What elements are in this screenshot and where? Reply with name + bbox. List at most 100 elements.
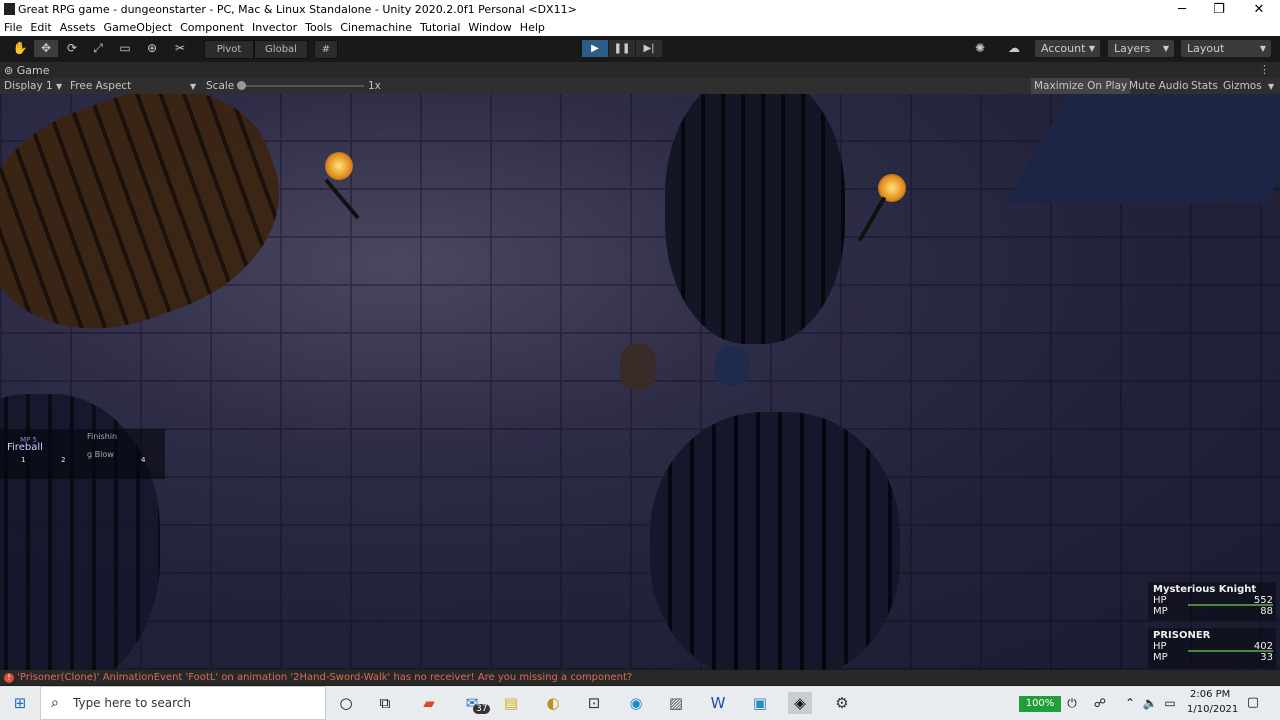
barrel-top-center [665,94,845,344]
menu-assets[interactable]: Assets [56,19,100,34]
menu-edit[interactable]: Edit [26,19,55,34]
layout-dropdown[interactable]: Layout ▼ [1181,40,1271,57]
global-toggle[interactable]: Global [254,40,308,59]
display-dropdown[interactable]: Display 1 [4,80,53,92]
prisoner-name: PRISONER [1153,630,1211,641]
unity-taskbar-icon[interactable]: ◈ [788,692,812,714]
chevron-down-icon: ▼ [1268,82,1275,91]
knight-name: Mysterious Knight [1153,584,1257,595]
game-viewport[interactable]: MP 5 Fireball 1 2 Finishin g Blow 4 Myst… [0,94,1280,670]
skill-3-label-1[interactable]: Finishin [87,432,117,441]
menu-component[interactable]: Component [176,19,248,34]
console-status-bar[interactable]: ! 'Prisoner(Clone)' AnimationEvent 'Foot… [0,670,1280,685]
blender-icon[interactable]: ◐ [541,692,565,714]
layers-label: Layers [1114,42,1151,55]
file-explorer-icon[interactable]: ▤ [499,692,523,714]
account-dropdown[interactable]: Account ▼ [1035,40,1100,57]
custom-tool-icon[interactable]: ✂ [168,40,192,57]
account-label: Account [1041,42,1086,55]
battery-icon[interactable]: ▭ [1158,692,1182,714]
gizmos-dropdown[interactable]: Gizmos [1223,80,1262,92]
maximize-on-play-toggle[interactable]: Maximize On Play [1031,78,1131,94]
more-options-icon[interactable]: ⋮ [1259,63,1270,76]
player-character [620,344,656,390]
play-button[interactable]: ▶ [582,40,608,57]
cortana-icon[interactable]: ○ [334,692,358,714]
collab-icon[interactable]: ✺ [968,40,992,57]
windows-start-icon[interactable]: ⊞ [8,692,32,714]
prisoner-hp-label: HP [1153,641,1167,652]
power-plug-icon[interactable]: ⏻ [1060,692,1084,714]
menu-window[interactable]: Window [464,19,515,34]
scale-value: 1x [368,80,381,92]
game-tab-bar: ⊚ Game ⋮ [0,62,1280,78]
search-placeholder: Type here to search [73,696,191,710]
console-error-message: 'Prisoner(Clone)' AnimationEvent 'FootL'… [17,672,633,683]
close-button[interactable]: ✕ [1241,0,1277,19]
pivot-toggle[interactable]: Pivot [204,40,254,59]
store-icon[interactable]: ⊡ [582,692,606,714]
tab-game[interactable]: ⊚ Game [4,64,49,77]
transform-tool-icon[interactable]: ⊕ [140,40,164,57]
skill-1-fireball[interactable]: Fireball [7,442,43,453]
hand-tool-icon[interactable]: ✋ [8,40,32,57]
settings-gear-icon[interactable]: ⚙ [830,692,854,714]
knight-mp-value: 88 [1260,606,1273,617]
task-view-icon[interactable]: ⧉ [373,692,397,714]
pause-button[interactable]: ❚❚ [609,40,635,57]
remote-desktop-icon[interactable]: ▣ [748,692,772,714]
aspect-dropdown[interactable]: Free Aspect [70,80,131,92]
rotate-tool-icon[interactable]: ⟳ [60,40,84,57]
menu-gameobject[interactable]: GameObject [100,19,177,34]
grid-snap-icon[interactable]: # [314,40,338,59]
edge-icon[interactable]: ◉ [624,692,648,714]
title-bar: Great RPG game - dungeonstarter - PC, Ma… [0,0,1280,19]
prisoner-character [715,346,749,386]
scale-tool-icon[interactable]: ⤢ [86,40,110,57]
clock-date[interactable]: 1/10/2021 [1187,704,1238,715]
unity-logo-icon [4,3,15,15]
cloud-icon[interactable]: ☁ [1002,40,1026,57]
party-member-prisoner: PRISONER HP 402 MP 33 [1148,628,1276,668]
scale-slider[interactable] [237,81,364,90]
skill-1-key: 1 [21,456,26,464]
knight-hp-label: HP [1153,595,1167,606]
party-member-knight: Mysterious Knight HP 552 MP 88 [1148,582,1276,620]
layers-dropdown[interactable]: Layers ▼ [1108,40,1174,57]
rect-tool-icon[interactable]: ▭ [113,40,137,57]
game-view-controls: Display 1 ▼ Free Aspect ▼ Scale 1x Maxim… [0,78,1280,94]
powerpoint-icon[interactable]: ▰ [417,692,441,714]
maximize-button[interactable]: ❐ [1201,0,1237,19]
menu-invector[interactable]: Invector [248,19,301,34]
taskbar-search[interactable]: ⌕ Type here to search [40,686,326,720]
minimize-button[interactable]: ─ [1164,0,1200,19]
skill-3-label-2[interactable]: g Blow [87,450,114,459]
gamepad-icon: ⊚ [4,64,14,77]
prisoner-mp-label: MP [1153,652,1168,663]
people-icon[interactable]: ☍ [1088,692,1112,714]
scale-slider-thumb[interactable] [237,81,246,90]
menu-file[interactable]: File [0,19,26,34]
menu-tools[interactable]: Tools [301,19,336,34]
skill-2-key: 2 [61,456,66,464]
chevron-down-icon: ▼ [1162,44,1169,53]
menu-cinemachine[interactable]: Cinemachine [336,19,416,34]
mail-badge: 37 [473,704,491,714]
menu-tutorial[interactable]: Tutorial [416,19,464,34]
stats-toggle[interactable]: Stats [1191,80,1218,92]
torch-flame-left [325,152,353,180]
layout-label: Layout [1187,42,1225,55]
step-button[interactable]: ▶| [636,40,662,57]
battery-percent[interactable]: 100% [1019,696,1061,712]
pivot-label: Pivot [216,44,242,55]
notification-icon[interactable]: ▢ [1241,692,1265,714]
clock-time[interactable]: 2:06 PM [1190,689,1230,700]
word-icon[interactable]: W [706,692,730,714]
mute-audio-toggle[interactable]: Mute Audio [1129,80,1188,92]
menu-help[interactable]: Help [516,19,549,34]
move-tool-icon[interactable]: ✥ [34,40,58,57]
search-icon: ⌕ [51,695,59,711]
chevron-down-icon: ▼ [1088,44,1095,53]
photos-icon[interactable]: ▨ [664,692,688,714]
window-title: Great RPG game - dungeonstarter - PC, Ma… [18,3,577,16]
